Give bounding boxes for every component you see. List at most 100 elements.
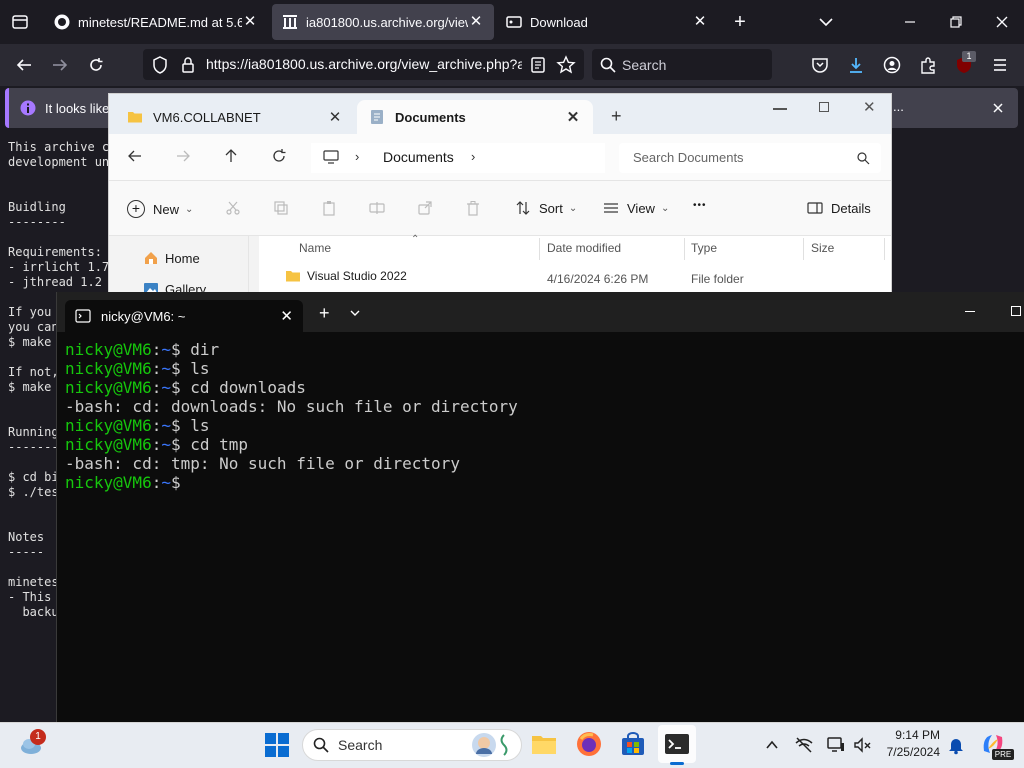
prompt-command: $ dir <box>170 340 220 359</box>
column-divider[interactable] <box>539 238 540 260</box>
windows-start-icon[interactable] <box>264 732 290 758</box>
notification-more-button[interactable]: ... <box>893 99 933 119</box>
network-disconnected-icon[interactable] <box>794 735 814 755</box>
rename-icon[interactable] <box>369 200 385 216</box>
tab-list-icon[interactable] <box>10 12 30 32</box>
tab-label: minetest/README.md at 5.6.1 · <box>78 14 242 30</box>
terminal-app-icon[interactable] <box>664 731 690 757</box>
page-text-line: -------- <box>8 215 66 229</box>
store-icon[interactable] <box>620 731 646 757</box>
maximize-icon[interactable] <box>1011 306 1021 316</box>
browser-tab-strip: minetest/README.md at 5.6.1 · ✕ ia801800… <box>0 0 1024 44</box>
sort-indicator-icon: ⌃ <box>411 234 420 245</box>
explorer-tab-documents[interactable]: Documents ✕ <box>357 100 593 134</box>
new-button-label: New <box>153 201 180 217</box>
forward-arrow-icon[interactable] <box>175 148 191 164</box>
chevron-down-icon[interactable] <box>349 307 361 319</box>
close-notification-icon[interactable] <box>988 98 1008 118</box>
back-arrow-icon[interactable] <box>127 148 143 164</box>
terminal-tab[interactable]: nicky@VM6: ~ ✕ <box>65 300 303 332</box>
browser-tab-github[interactable]: minetest/README.md at 5.6.1 · ✕ <box>44 4 268 40</box>
column-divider[interactable] <box>884 238 885 260</box>
new-tab-icon[interactable]: + <box>611 106 622 127</box>
column-header-type[interactable]: Type <box>691 241 717 255</box>
share-icon[interactable] <box>417 200 433 216</box>
notification-bell-icon[interactable] <box>946 735 966 755</box>
chevron-right-icon[interactable]: › <box>471 149 475 164</box>
minimize-icon[interactable] <box>965 311 975 312</box>
terminal-line: nicky@VM6:~$ cd downloads <box>65 378 518 397</box>
chevron-right-icon: › <box>355 149 360 164</box>
forward-arrow-icon[interactable] <box>50 55 70 75</box>
downloads-icon[interactable] <box>846 55 866 75</box>
pocket-icon[interactable] <box>810 55 830 75</box>
table-row[interactable]: Visual Studio 2022 <box>285 268 407 284</box>
file-date: 4/16/2024 6:26 PM <box>547 272 649 286</box>
sort-button[interactable]: Sort ⌄ <box>515 200 577 216</box>
paste-icon[interactable] <box>321 200 337 216</box>
close-icon[interactable]: ✕ <box>242 14 258 30</box>
lock-icon[interactable] <box>178 55 198 75</box>
browser-tab-download[interactable]: Download ✕ <box>496 4 718 40</box>
chevron-up-icon[interactable] <box>764 737 780 753</box>
file-type: File folder <box>691 272 744 286</box>
reload-icon[interactable] <box>86 55 106 75</box>
new-tab-icon[interactable]: + <box>319 304 330 322</box>
nav-item-home[interactable]: Home <box>143 250 200 266</box>
close-icon[interactable]: ✕ <box>692 14 708 30</box>
close-icon[interactable]: ✕ <box>468 14 484 30</box>
shield-icon[interactable] <box>150 55 170 75</box>
up-arrow-icon[interactable] <box>223 148 239 164</box>
clock-time[interactable]: 9:14 PM <box>880 728 940 742</box>
search-box[interactable] <box>592 49 772 80</box>
menu-icon[interactable] <box>990 55 1010 75</box>
explorer-tab-vm6[interactable]: VM6.COLLABNET ✕ <box>115 100 355 134</box>
page-text-line <box>8 185 116 200</box>
copy-icon[interactable] <box>273 200 289 216</box>
active-app-indicator <box>670 762 684 765</box>
details-button[interactable]: Details <box>807 200 871 216</box>
breadcrumb[interactable]: Documents <box>383 149 454 165</box>
delete-icon[interactable] <box>465 200 481 216</box>
firefox-icon[interactable] <box>576 731 602 757</box>
account-icon[interactable] <box>882 55 902 75</box>
extensions-icon[interactable] <box>918 55 938 75</box>
close-window-icon[interactable]: ✕ <box>863 98 876 116</box>
minimize-icon[interactable] <box>900 12 920 32</box>
volume-muted-icon[interactable] <box>852 735 872 755</box>
reader-view-icon[interactable] <box>528 55 548 75</box>
maximize-icon[interactable] <box>819 102 829 112</box>
column-header-date[interactable]: Date modified <box>547 241 621 255</box>
search-icon <box>855 150 871 166</box>
minimize-icon[interactable] <box>773 108 787 110</box>
clock-date[interactable]: 7/25/2024 <box>870 745 940 759</box>
new-tab-icon[interactable]: + <box>730 12 750 32</box>
chevron-down-icon[interactable] <box>816 12 836 32</box>
new-button[interactable]: + New ⌄ <box>127 200 193 218</box>
back-arrow-icon[interactable] <box>14 55 34 75</box>
file-explorer-icon[interactable] <box>531 731 557 757</box>
prompt-path: ~ <box>161 416 171 435</box>
more-options-button[interactable]: ••• <box>693 200 707 211</box>
close-icon[interactable]: ✕ <box>565 108 581 126</box>
terminal-output[interactable]: nicky@VM6:~$ dir nicky@VM6:~$ ls nicky@VM6… <box>65 340 518 492</box>
tab-label: VM6.COLLABNET <box>153 109 261 125</box>
restore-icon[interactable] <box>946 12 966 32</box>
browser-tab-archive[interactable]: ia801800.us.archive.org/view_a ✕ <box>272 4 494 40</box>
column-header-size[interactable]: Size <box>811 241 834 255</box>
close-icon[interactable]: ✕ <box>327 108 343 126</box>
refresh-icon[interactable] <box>271 148 287 164</box>
close-window-icon[interactable] <box>992 12 1012 32</box>
details-pane-icon <box>807 200 823 216</box>
terminal-window[interactable]: nicky@VM6: ~ ✕ + nicky@VM6:~$ dir nicky@V… <box>56 292 1024 722</box>
column-divider[interactable] <box>684 238 685 260</box>
column-divider[interactable] <box>803 238 804 260</box>
display-icon[interactable] <box>826 735 846 755</box>
close-icon[interactable]: ✕ <box>280 307 293 325</box>
bookmark-star-icon[interactable] <box>556 55 576 75</box>
column-header-name[interactable]: Name <box>299 241 331 255</box>
view-button[interactable]: View ⌄ <box>603 200 669 216</box>
cut-icon[interactable] <box>225 200 241 216</box>
url-text[interactable]: https://ia801800.us.archive.org/view_arc… <box>206 56 522 72</box>
sort-button-label: Sort <box>539 200 563 216</box>
